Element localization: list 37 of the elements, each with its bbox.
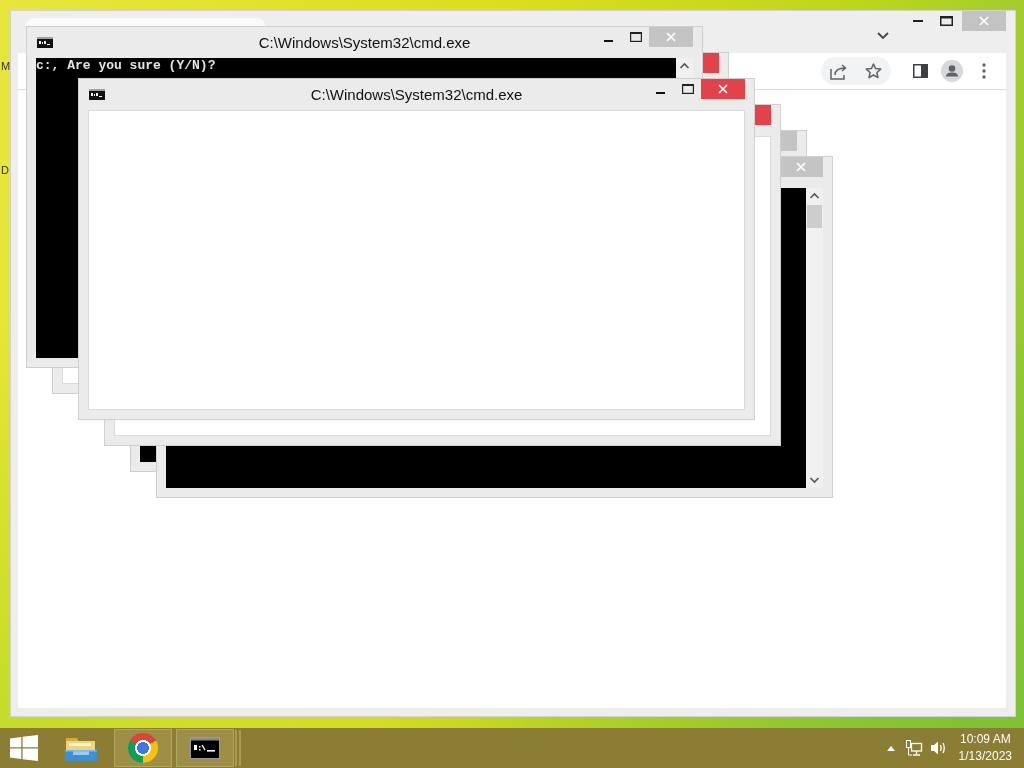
browser-icon [128,733,158,763]
maximize-icon [629,32,642,42]
star-icon [865,63,882,79]
menu-dots-icon [982,63,986,79]
console-icon [190,737,220,759]
close-icon [718,84,728,94]
window-title: C:\Windows\System32\cmd.exe [258,34,471,51]
console-line: c:, Are you sure (Y/N)? [36,59,217,72]
share-icon [829,62,848,80]
chevron-down-icon [877,31,889,39]
desktop-icon-label: M [1,60,11,72]
console-icon [89,89,105,100]
close-icon [979,16,989,26]
minimize-icon [656,92,665,94]
caret-up-icon [886,745,895,751]
network-icon [906,740,924,756]
console-icon [37,37,53,48]
side-panel-icon [912,64,928,78]
taskbar-app-button[interactable] [176,729,234,767]
speaker-icon [930,740,948,756]
minimize-icon [604,40,613,42]
scrollbar[interactable] [806,188,823,488]
clock-date: 1/13/2023 [958,748,1012,765]
close-icon [796,162,806,172]
taskbar-app-button[interactable] [114,729,172,767]
close-icon [666,32,676,42]
minimize-icon [912,20,923,22]
desktop-icon-label: D [1,164,9,176]
window-title: C:\Windows\System32\cmd.exe [310,86,523,103]
clock-time: 10:09 AM [959,731,1011,748]
maximize-icon [681,84,694,94]
windows-logo-icon [10,735,38,761]
scroll-thumb[interactable] [807,205,822,228]
address-bar[interactable] [821,57,891,85]
avatar-icon [941,60,963,82]
maximize-icon [940,16,953,26]
profile-button[interactable] [939,58,965,84]
